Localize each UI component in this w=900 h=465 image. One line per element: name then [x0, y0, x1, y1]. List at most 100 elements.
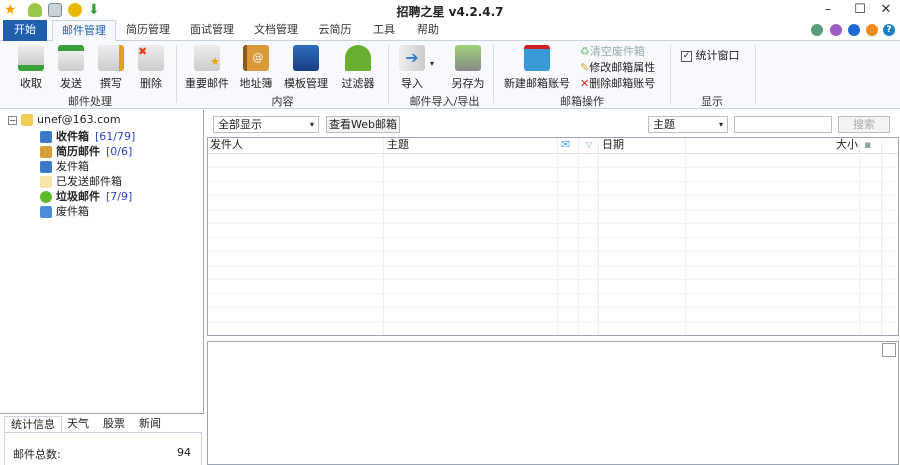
- theme-orange-icon[interactable]: [866, 24, 878, 36]
- envelope-icon: [40, 176, 52, 188]
- tab-stats[interactable]: 统计信息: [4, 416, 62, 433]
- minimize-button[interactable]: –: [818, 2, 838, 17]
- compose-label: 撰写: [100, 77, 122, 90]
- tab-stocks[interactable]: 股票: [100, 416, 128, 433]
- stats-window-label: 统计窗口: [695, 49, 740, 62]
- column-read-envelope-icon[interactable]: ✉: [559, 138, 577, 153]
- tab-interview[interactable]: 面试管理: [182, 20, 242, 41]
- delete-button[interactable]: ✖ 删除: [132, 45, 170, 91]
- address-book-button[interactable]: @ 地址簿: [236, 45, 276, 91]
- info-tabs: 统计信息 天气 股票 新闻: [0, 414, 204, 433]
- display-filter-value: 全部显示: [218, 118, 262, 131]
- delete-mailbox-label: 删除邮箱账号: [589, 77, 656, 90]
- template-manager-label: 模板管理: [284, 77, 328, 90]
- save-as-button[interactable]: 另存为: [448, 45, 488, 91]
- delete-label: 删除: [140, 77, 162, 90]
- theme-blue-icon[interactable]: [848, 24, 860, 36]
- trash-icon: [40, 206, 52, 218]
- tree-account[interactable]: − unef@163.com: [8, 113, 121, 126]
- collapse-icon[interactable]: −: [8, 116, 17, 125]
- column-subject[interactable]: 主题: [385, 138, 557, 153]
- edit-mailbox-label: 修改邮箱属性: [589, 61, 656, 74]
- folder-count: [7/9]: [106, 190, 133, 203]
- theme-green-icon[interactable]: [811, 24, 823, 36]
- tab-mail[interactable]: 邮件管理: [52, 20, 116, 42]
- tab-help[interactable]: 帮助: [408, 20, 448, 41]
- title-bar: ★ ⬇ 招聘之星 v4.2.4.7 – ☐ ✕: [0, 0, 900, 20]
- compose-button[interactable]: 撰写: [92, 45, 130, 91]
- view-web-mail-button[interactable]: 查看Web邮箱: [326, 116, 400, 133]
- search-field-select[interactable]: 主题 ▾: [648, 116, 728, 133]
- tab-cloud-resume[interactable]: 云简历: [310, 20, 360, 41]
- tree-folder-trash[interactable]: 废件箱: [40, 203, 89, 219]
- important-mail-button[interactable]: ★ 重要邮件: [184, 45, 230, 91]
- important-mail-icon: ★: [194, 45, 220, 71]
- tab-documents[interactable]: 文档管理: [246, 20, 306, 41]
- folder-label: 废件箱: [56, 205, 89, 218]
- tab-news[interactable]: 新闻: [136, 416, 164, 433]
- import-arrow-icon: ➔: [399, 45, 425, 71]
- delete-icon: ✖: [138, 45, 164, 71]
- template-icon: [293, 45, 319, 71]
- recycle-icon: [40, 191, 52, 203]
- save-as-label: 另存为: [451, 77, 485, 90]
- group-label-mail-processing: 邮件处理: [68, 95, 112, 108]
- send-icon: [58, 45, 84, 71]
- tree-folder-resume[interactable]: 简历邮件 [0/6]: [40, 143, 132, 159]
- receive-icon: [18, 45, 44, 71]
- recycle-icon: ♻: [580, 45, 590, 58]
- tree-folder-sent[interactable]: 已发送邮件箱: [40, 173, 122, 189]
- search-button[interactable]: 搜索: [838, 116, 890, 133]
- theme-purple-icon[interactable]: [830, 24, 842, 36]
- import-button[interactable]: ➔ 导入: [396, 45, 428, 91]
- group-label-display: 显示: [701, 95, 723, 108]
- import-dropdown-icon[interactable]: ▾: [430, 59, 434, 68]
- empty-trash-button[interactable]: ♻清空废件箱: [580, 43, 645, 59]
- mail-preview-pane[interactable]: [207, 341, 899, 465]
- total-mail-label: 邮件总数:: [13, 448, 61, 461]
- column-attachment-icon[interactable]: ▪: [862, 138, 878, 153]
- group-label-content: 内容: [271, 95, 294, 108]
- red-x-icon: ✕: [580, 77, 590, 90]
- new-mailbox-button[interactable]: 新建邮箱账号: [504, 45, 570, 91]
- help-icon[interactable]: ?: [883, 24, 895, 36]
- search-input[interactable]: [734, 116, 832, 133]
- close-button[interactable]: ✕: [876, 2, 896, 17]
- delete-mailbox-button[interactable]: ✕删除邮箱账号: [580, 75, 655, 91]
- tab-tools[interactable]: 工具: [364, 20, 404, 41]
- mail-list[interactable]: 发件人 主题 ✉ ▽ 日期 大小 ▪: [207, 137, 899, 336]
- column-size[interactable]: 大小: [834, 138, 858, 153]
- group-separator: [493, 45, 494, 103]
- folder-count: [61/79]: [95, 130, 136, 143]
- column-date[interactable]: 日期: [600, 138, 800, 153]
- mailbox-icon: [524, 45, 550, 71]
- edit-mailbox-button[interactable]: ✎修改邮箱属性: [580, 59, 655, 75]
- tree-folder-outbox[interactable]: 发件箱: [40, 158, 89, 174]
- outbox-icon: [40, 161, 52, 173]
- preview-toggle-button[interactable]: [882, 343, 896, 357]
- stats-window-checkbox[interactable]: ✓ 统计窗口: [681, 47, 740, 63]
- folder-label: 垃圾邮件: [56, 190, 100, 203]
- funnel-icon: [345, 45, 371, 71]
- display-filter-select[interactable]: 全部显示 ▾: [213, 116, 319, 133]
- tree-folder-spam[interactable]: 垃圾邮件 [7/9]: [40, 188, 132, 204]
- compose-icon: [98, 45, 124, 71]
- receive-button[interactable]: 收取: [12, 45, 50, 91]
- chevron-down-icon: ▾: [718, 120, 723, 129]
- column-sender[interactable]: 发件人: [208, 138, 383, 153]
- resume-icon: [40, 146, 52, 158]
- tab-resume[interactable]: 简历管理: [118, 20, 178, 41]
- tab-start[interactable]: 开始: [3, 20, 47, 41]
- group-separator: [755, 45, 756, 103]
- send-button[interactable]: 发送: [52, 45, 90, 91]
- tab-weather[interactable]: 天气: [64, 416, 92, 433]
- sort-desc-icon[interactable]: ▽: [584, 138, 598, 153]
- maximize-button[interactable]: ☐: [850, 2, 870, 17]
- template-manager-button[interactable]: 模板管理: [282, 45, 330, 91]
- folder-icon: [21, 114, 33, 126]
- search-field-value: 主题: [653, 118, 675, 131]
- checkbox-checked-icon: ✓: [681, 50, 692, 62]
- filter-button[interactable]: 过滤器: [338, 45, 378, 91]
- tree-folder-inbox[interactable]: 收件箱 [61/79]: [40, 128, 135, 144]
- folder-count: [0/6]: [106, 145, 133, 158]
